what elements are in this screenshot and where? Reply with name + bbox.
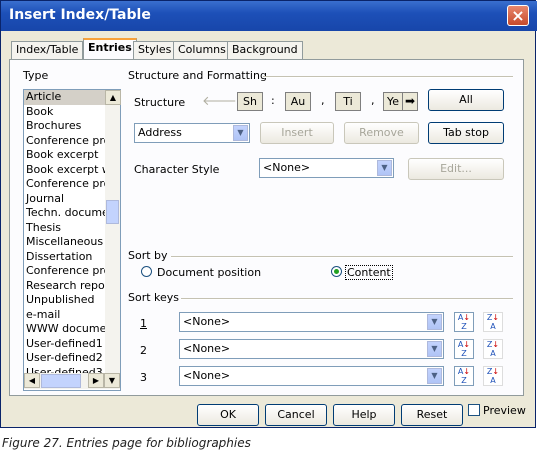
hscroll-thumb[interactable] (41, 374, 81, 388)
type-list-hscrollbar[interactable]: ◀ ▶ ▼ (24, 373, 120, 389)
structure-group-label: Structure and Formatting (128, 69, 267, 82)
document-position-label[interactable]: Document position (157, 266, 261, 279)
sort-keys-label: Sort keys (128, 291, 180, 304)
preview-checkbox[interactable] (468, 404, 480, 416)
tab-entries[interactable]: Entries (83, 38, 137, 60)
chevron-down-icon[interactable]: ▼ (427, 368, 442, 384)
structure-token[interactable]: Ti (335, 92, 361, 111)
sort-descending-icon[interactable]: Z↓ A (483, 366, 503, 386)
sort-descending-icon[interactable]: Z↓ A (483, 312, 503, 332)
scroll-down-icon[interactable]: ▼ (104, 373, 120, 388)
sort-key-value: <None> (183, 315, 231, 328)
all-button[interactable]: All (428, 89, 504, 111)
close-icon[interactable]: × (507, 5, 529, 26)
tab-background[interactable]: Background (227, 41, 303, 59)
scroll-left-icon[interactable]: ◀ (24, 373, 40, 388)
insert-button[interactable]: Insert (260, 122, 334, 144)
structure-label: Structure (134, 96, 186, 109)
chevron-down-icon[interactable]: ▼ (377, 160, 392, 176)
ok-button[interactable]: OK (197, 404, 259, 426)
group-separator (171, 256, 513, 258)
tab-index-table[interactable]: Index/Table (11, 41, 84, 59)
sort-by-label: Sort by (128, 249, 168, 262)
title-bar[interactable]: Insert Index/Table × (1, 1, 537, 31)
window-title: Insert Index/Table (9, 7, 151, 23)
remove-button[interactable]: Remove (344, 122, 419, 144)
chevron-down-icon[interactable]: ▼ (233, 125, 248, 141)
cancel-button[interactable]: Cancel (265, 404, 327, 426)
structure-token[interactable]: Au (285, 92, 311, 111)
type-label: Type (23, 69, 49, 82)
sort-key-2-select[interactable]: <None> ▼ (179, 339, 444, 359)
structure-token[interactable]: Sh (237, 92, 263, 111)
group-separator (181, 298, 513, 300)
char-style-select[interactable]: <None> ▼ (259, 158, 394, 178)
sort-key-number: 2 (140, 344, 147, 357)
edit-button[interactable]: Edit... (408, 158, 504, 180)
tab-styles[interactable]: Styles (133, 41, 177, 59)
vscroll-thumb[interactable] (106, 200, 119, 224)
sort-descending-icon[interactable]: Z↓ A (483, 339, 503, 359)
reset-button[interactable]: Reset (401, 404, 463, 426)
tab-columns[interactable]: Columns (173, 41, 231, 59)
structure-token[interactable]: Ye (383, 92, 403, 111)
dialog-window: Insert Index/Table × Index/Table Entries… (0, 0, 537, 428)
scroll-up-icon[interactable]: ▲ (105, 90, 121, 105)
document-position-radio[interactable] (141, 266, 152, 277)
sort-key-number: 1 (140, 317, 147, 330)
tab-stop-button[interactable]: Tab stop (428, 122, 504, 144)
field-select[interactable]: Address ▼ (134, 123, 250, 143)
structure-separator[interactable]: , (321, 94, 325, 107)
field-select-value: Address (138, 126, 182, 139)
structure-separator[interactable]: : (271, 94, 275, 107)
sort-ascending-icon[interactable]: A↓ Z (454, 339, 474, 359)
content-radio[interactable] (331, 266, 342, 277)
sort-ascending-icon[interactable]: A↓ Z (454, 312, 474, 332)
sort-ascending-icon[interactable]: A↓ Z (454, 366, 474, 386)
chevron-down-icon[interactable]: ▼ (427, 314, 442, 330)
figure-caption: Figure 27. Entries page for bibliographi… (2, 436, 251, 450)
sort-key-value: <None> (183, 369, 231, 382)
structure-separator[interactable]: , (371, 94, 375, 107)
preview-label[interactable]: Preview (483, 404, 526, 417)
help-button[interactable]: Help (333, 404, 395, 426)
content-label[interactable]: Content (345, 265, 393, 280)
arrow-left-icon[interactable]: 🡐 (202, 92, 237, 111)
chevron-down-icon[interactable]: ▼ (427, 341, 442, 357)
sort-key-number: 3 (140, 371, 147, 384)
scroll-right-icon[interactable]: ▶ (88, 373, 104, 388)
sort-key-3-select[interactable]: <None> ▼ (179, 366, 444, 386)
sort-key-value: <None> (183, 342, 231, 355)
arrow-right-icon[interactable]: ➡ (402, 92, 418, 111)
type-list-vscrollbar[interactable]: ▲ (105, 90, 121, 373)
sort-key-1-select[interactable]: <None> ▼ (179, 312, 444, 332)
char-style-value: <None> (263, 161, 311, 174)
radio-selected-dot (334, 269, 339, 274)
group-separator (263, 76, 513, 78)
char-style-label: Character Style (134, 163, 220, 176)
